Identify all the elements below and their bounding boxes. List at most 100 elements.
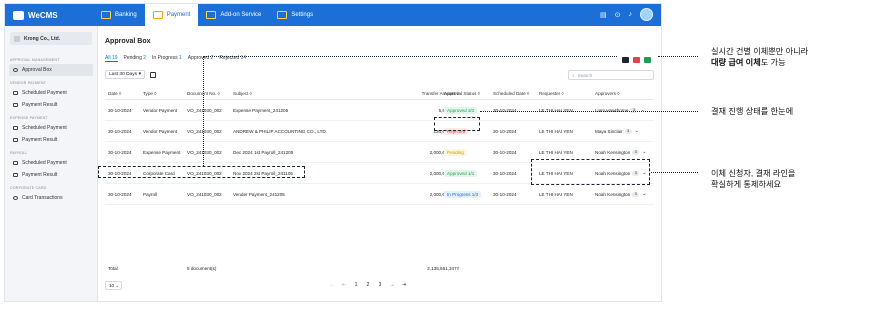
cell-date: 30-10-2024	[108, 149, 132, 155]
cell-scheduled: 30-10-2024	[493, 128, 517, 134]
nav-banking-label: Banking	[115, 12, 137, 18]
calendar-icon	[13, 126, 18, 130]
brand-logo[interactable]: WeCMS	[5, 10, 93, 20]
document-icon[interactable]: ▤	[600, 11, 607, 19]
cell-status: Approved 1/1	[444, 163, 478, 183]
excel-icon[interactable]	[644, 57, 651, 63]
calendar-icon[interactable]	[150, 71, 156, 78]
page-size-select[interactable]: 10 ⌄	[105, 281, 122, 290]
top-navigation-bar: WeCMS Banking Payment Add-on Service Set…	[5, 4, 661, 26]
approval-icon	[13, 68, 18, 72]
history-icon[interactable]: ⊙	[615, 11, 621, 19]
header-date[interactable]: Date ◊	[108, 88, 121, 99]
cell-document-no: VO_241030_002	[187, 128, 222, 134]
header-scheduled[interactable]: Scheduled Date ◊	[493, 88, 529, 99]
sidebar-item-vendor-result[interactable]: Payment Result	[9, 99, 93, 111]
table-row[interactable]: 30-10-2024 Payroll VO_241030_002 Vender …	[105, 184, 654, 205]
tab-pending[interactable]: Pending 2	[124, 55, 147, 62]
nav-settings[interactable]: Settings	[269, 4, 321, 26]
cell-date: 30-10-2024	[108, 191, 132, 197]
company-name: Krong Co., Ltd.	[24, 35, 61, 42]
pagination: 10 ⌄ ← ⇤ 1 2 3 → ⇥	[105, 278, 654, 296]
cell-type: Expense Payment	[143, 149, 181, 155]
sidebar-item-label: Payment Result	[22, 102, 58, 108]
sidebar-item-approval-box[interactable]: Approval Box	[9, 64, 93, 76]
tab-all[interactable]: All 19	[105, 55, 118, 62]
callout-text: 확실하게 통제하세요	[711, 180, 782, 189]
approver-count-badge: 3	[632, 191, 640, 197]
page-1-button[interactable]: 1	[353, 282, 359, 288]
last-page-button[interactable]: ⇥	[401, 282, 407, 288]
sidebar-item-vendor-scheduled[interactable]: Scheduled Payment	[9, 87, 93, 99]
callout-text: 대량 급여 이체도 가능	[711, 57, 808, 68]
cell-approvers[interactable]: Liam Hawthorne 3 ⌄	[595, 100, 645, 120]
pdf-icon[interactable]	[633, 57, 640, 63]
chevron-down-icon[interactable]: ⌄	[635, 128, 639, 134]
header-approvers[interactable]: Approvers ◊	[595, 88, 619, 99]
company-selector[interactable]: Krong Co., Ltd.	[10, 32, 92, 45]
connector-line-top-right	[658, 56, 698, 57]
chevron-down-icon[interactable]: ⌄	[640, 107, 644, 113]
tab-in-progress[interactable]: In Progress 1	[152, 55, 182, 62]
header-status[interactable]: Approval Status ◊	[444, 88, 480, 99]
nav-banking[interactable]: Banking	[93, 4, 145, 26]
total-amount: 2,135,661,347₫	[427, 265, 459, 271]
payment-icon	[152, 11, 163, 19]
section-vendor: VENDOR PAYMENT	[10, 81, 47, 85]
calendar-icon	[13, 91, 18, 95]
section-payroll: PAYROLL	[10, 151, 28, 155]
header-requester[interactable]: Requester ◊	[539, 88, 564, 99]
page-2-button[interactable]: 2	[365, 282, 371, 288]
first-page-button[interactable]: ⇤	[341, 282, 347, 288]
sidebar-item-label: Scheduled Payment	[22, 90, 67, 96]
top-right-actions: ▤ ⊙ ♪	[600, 8, 653, 21]
cell-status: In Progress 1/3	[444, 184, 482, 204]
page-3-button[interactable]: 3	[377, 282, 383, 288]
sidebar-item-label: Card Transactions	[22, 195, 63, 201]
section-approval: APPROVAL MANAGEMENT	[10, 58, 60, 62]
cell-requester: LE THI HAI YEN	[539, 191, 573, 197]
nav-addon-service[interactable]: Add-on Service	[198, 4, 269, 26]
list-icon	[13, 173, 18, 177]
next-page-button[interactable]: →	[389, 282, 395, 288]
chevron-down-icon[interactable]: ⌄	[642, 191, 646, 197]
sidebar-item-expense-scheduled[interactable]: Scheduled Payment	[9, 122, 93, 134]
cell-approvers[interactable]: Maya Sinclair 3 ⌄	[595, 121, 639, 141]
sidebar-item-label: Scheduled Payment	[22, 160, 67, 166]
cell-subject: ANDREW & PHILIP ACCOUNTING CO., LTD.	[233, 128, 328, 134]
total-label: Total	[108, 265, 118, 271]
tab-count: 19	[111, 55, 118, 61]
filter-icon[interactable]	[622, 57, 629, 63]
status-highlight-box	[434, 117, 480, 131]
sidebar-item-payroll-scheduled[interactable]: Scheduled Payment	[9, 157, 93, 169]
avatar[interactable]	[640, 8, 653, 21]
callout-text: 이체 신청자, 결재 라인을	[711, 169, 796, 178]
addon-icon	[206, 11, 217, 19]
cell-approvers[interactable]: Noah Kensington 3 ⌄	[595, 184, 646, 204]
settings-icon	[277, 11, 288, 19]
date-range-select[interactable]: Last 30 Days ▾	[105, 70, 145, 79]
nav-payment[interactable]: Payment	[144, 4, 199, 26]
prev-page-button[interactable]: ←	[329, 282, 335, 288]
table-header: Date ◊ Type ◊ Document No. ◊ Subject ◊ T…	[105, 88, 654, 100]
header-type[interactable]: Type ◊	[143, 88, 157, 99]
sidebar-item-payroll-result[interactable]: Payment Result	[9, 169, 93, 181]
cell-date: 30-10-2024	[108, 107, 132, 113]
cell-type: Vendor Payment	[143, 128, 177, 134]
section-expense: EXPENSE PAYMENT	[10, 116, 48, 120]
callout-bulk-payroll: 실시간 건별 이체뿐만 아니라 대량 급여 이체도 가능	[711, 46, 808, 68]
header-actions	[622, 57, 651, 63]
cell-document-no: VO_241030_002	[187, 149, 222, 155]
search-input[interactable]: ⌕ Search	[568, 70, 654, 80]
header-subject[interactable]: Subject ◊	[233, 88, 252, 99]
callout-text: 결재 진행 상태를 한눈에	[711, 107, 794, 116]
sidebar-item-expense-result[interactable]: Payment Result	[9, 134, 93, 146]
bell-icon[interactable]: ♪	[629, 11, 633, 18]
tab-label: All	[105, 55, 111, 61]
callout-bold-text: 대량 급여 이체	[711, 58, 761, 67]
connector-line-top-vertical	[203, 56, 204, 166]
page-title: Approval Box	[105, 38, 151, 45]
table-row[interactable]: 30-10-2024 Vendor Payment VO_241030_002 …	[105, 121, 654, 142]
sidebar-item-card-transactions[interactable]: Card Transactions	[9, 192, 93, 204]
chevron-down-icon[interactable]: ⌄	[642, 149, 646, 155]
